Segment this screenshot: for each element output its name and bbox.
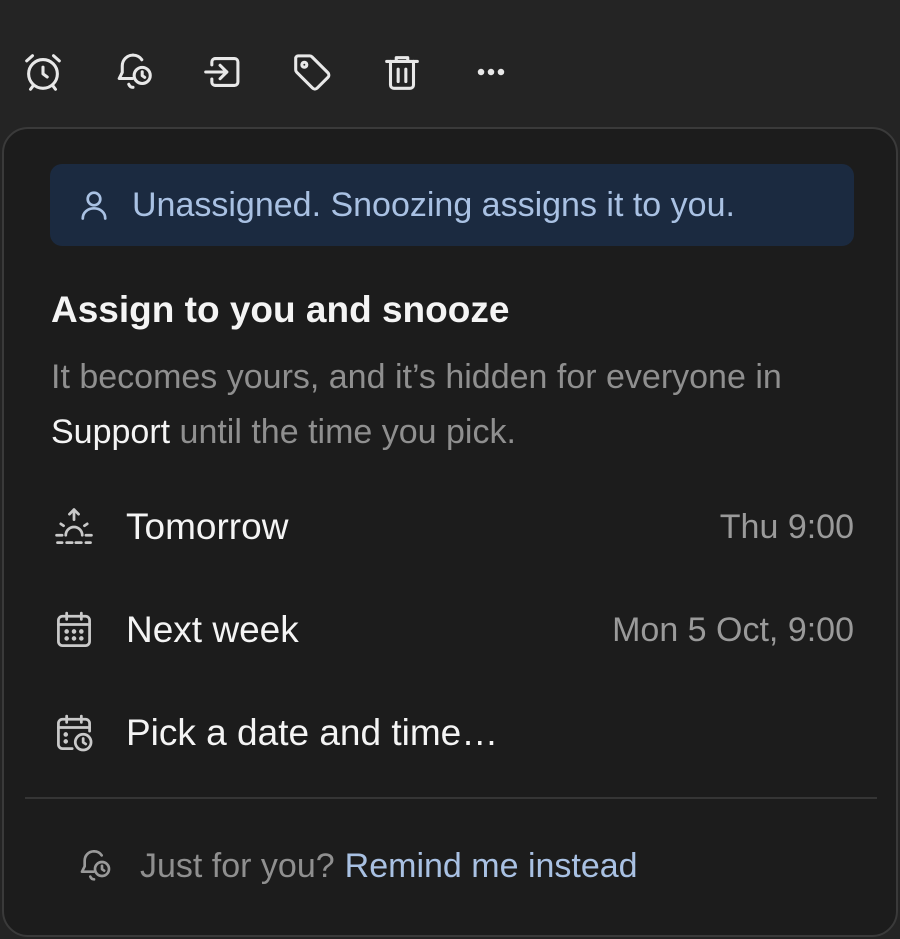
bell-clock-icon[interactable]: [107, 46, 159, 98]
tag-icon[interactable]: [286, 46, 338, 98]
divider: [25, 797, 877, 799]
option-time: Mon 5 Oct, 9:00: [612, 610, 854, 649]
calendar-icon: [51, 607, 97, 653]
snooze-option-next-week[interactable]: Next week Mon 5 Oct, 9:00: [26, 590, 876, 670]
description-text-end: until the time you pick.: [179, 413, 516, 451]
bell-clock-icon: [74, 846, 114, 886]
remind-me-link[interactable]: Remind me instead: [345, 847, 638, 886]
snooze-option-pick-date[interactable]: Pick a date and time…: [26, 693, 876, 773]
popover-description: It becomes yours, and it’s hidden for ev…: [51, 350, 851, 460]
popover-title: Assign to you and snooze: [51, 289, 510, 330]
alarm-clock-icon[interactable]: [17, 46, 69, 98]
option-label: Next week: [126, 609, 299, 650]
trash-icon[interactable]: [376, 46, 428, 98]
unassigned-banner: Unassigned. Snoozing assigns it to you.: [50, 164, 854, 246]
description-text: It becomes yours, and it’s hidden for ev…: [51, 358, 782, 396]
toolbar: [0, 0, 900, 128]
more-icon[interactable]: [465, 46, 517, 98]
snooze-popover: Unassigned. Snoozing assigns it to you. …: [2, 127, 898, 937]
option-label: Pick a date and time…: [126, 712, 499, 753]
team-name: Support: [51, 413, 171, 451]
snooze-option-tomorrow[interactable]: Tomorrow Thu 9:00: [26, 487, 876, 567]
user-icon: [76, 187, 112, 223]
move-to-icon[interactable]: [196, 46, 248, 98]
remind-footer: Just for you? Remind me instead: [74, 841, 638, 891]
calendar-clock-icon: [51, 710, 97, 756]
sunrise-icon: [51, 504, 97, 550]
footer-text: Just for you?: [140, 846, 335, 885]
banner-text: Unassigned. Snoozing assigns it to you.: [132, 185, 735, 224]
option-label: Tomorrow: [126, 506, 289, 547]
option-time: Thu 9:00: [719, 507, 854, 546]
